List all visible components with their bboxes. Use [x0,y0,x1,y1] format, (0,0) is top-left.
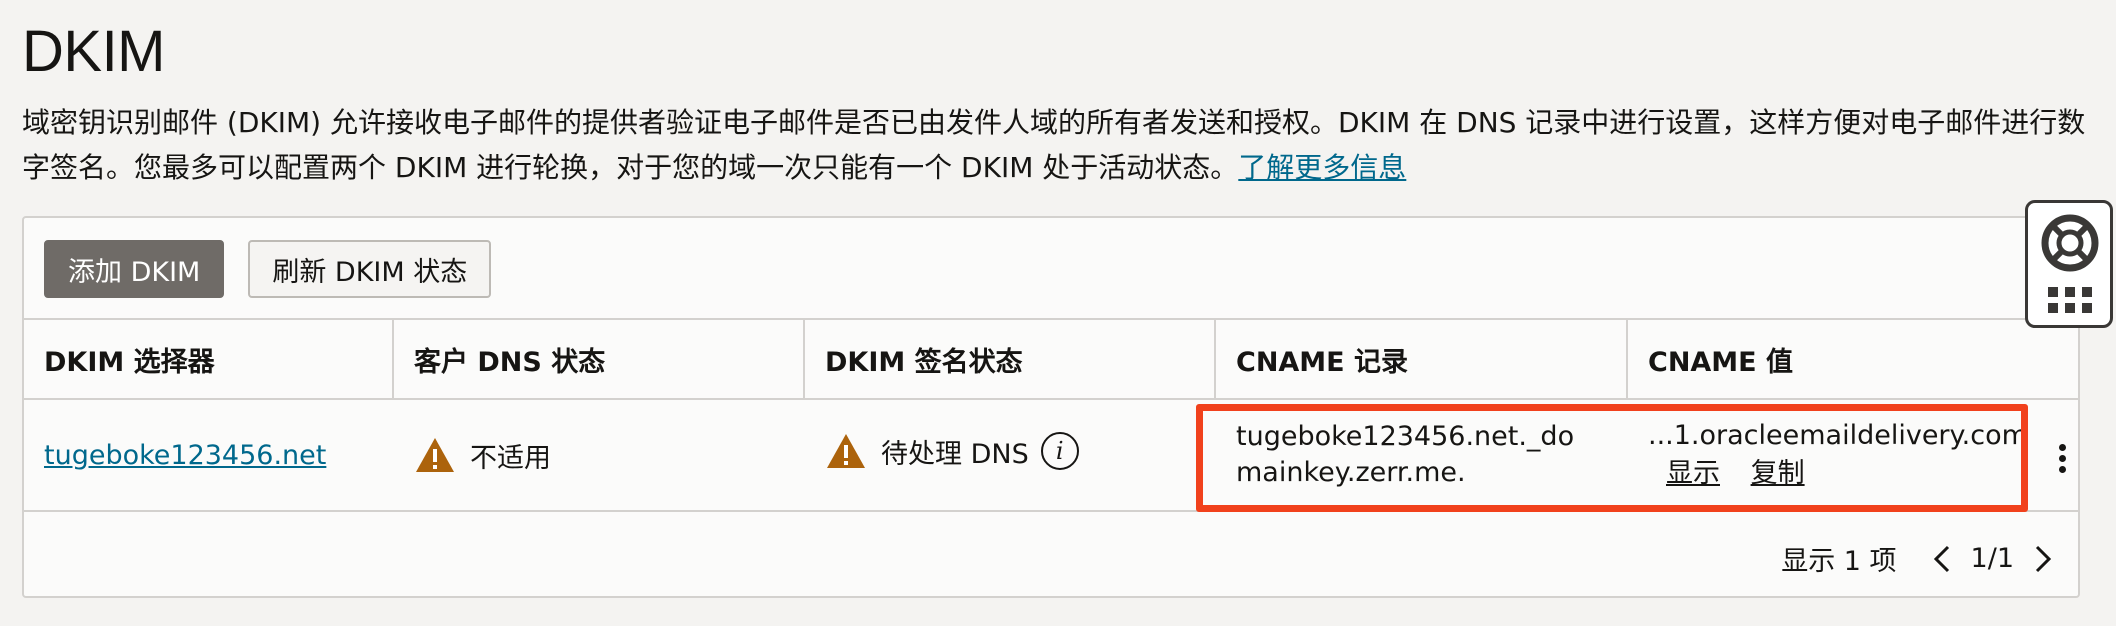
pagination: 显示 1 项 1/1 [1781,539,2054,578]
page-title: DKIM [22,19,166,84]
cname-record-text: tugeboke123456.net._domainkey.zerr.me. [1236,421,1575,488]
sign-status-text: 待处理 DNS [881,438,1029,470]
cname-value-cell: ...1.oracleemaildelivery.com 显示 复制 [1628,400,2078,510]
dns-status-cell: 不适用 [394,400,805,510]
dns-status-text: 不适用 [470,442,551,474]
column-header-cname-record[interactable]: CNAME 记录 [1216,320,1628,398]
column-header-selector[interactable]: DKIM 选择器 [24,320,394,398]
refresh-dkim-status-button[interactable]: 刷新 DKIM 状态 [248,240,492,298]
dkim-table: DKIM 选择器 客户 DNS 状态 DKIM 签名状态 CNAME 记录 CN… [24,318,2078,512]
pagination-summary: 显示 1 项 [1781,546,1897,577]
chevron-left-icon[interactable] [1931,544,1953,574]
table-row: tugeboke123456.net 不适用 待处理 DNS i tugebok… [24,400,2078,512]
warning-icon [827,434,865,468]
copy-link[interactable]: 复制 [1751,458,1805,489]
warning-icon [416,438,454,472]
kebab-menu-icon[interactable] [2056,444,2068,474]
cname-value-actions: 显示 复制 [1648,456,1827,492]
selector-cell: tugeboke123456.net [24,400,394,510]
column-header-sign-status[interactable]: DKIM 签名状态 [805,320,1216,398]
table-header: DKIM 选择器 客户 DNS 状态 DKIM 签名状态 CNAME 记录 CN… [24,318,2078,400]
description-text: 域密钥识别邮件 (DKIM) 允许接收电子邮件的提供者验证电子邮件是否已由发件人… [22,106,2086,184]
chevron-right-icon[interactable] [2032,544,2054,574]
show-link[interactable]: 显示 [1666,458,1720,489]
lifebuoy-icon[interactable] [2040,213,2100,273]
page-description: 域密钥识别邮件 (DKIM) 允许接收电子邮件的提供者验证电子邮件是否已由发件人… [22,100,2102,190]
add-dkim-button[interactable]: 添加 DKIM [44,240,225,298]
help-widget[interactable] [2025,200,2113,328]
info-icon[interactable]: i [1040,432,1079,470]
pagination-page: 1/1 [1970,543,2014,574]
toolbar: 添加 DKIM 刷新 DKIM 状态 [44,240,492,298]
dkim-panel: 添加 DKIM 刷新 DKIM 状态 DKIM 选择器 客户 DNS 状态 DK… [22,216,2080,598]
column-header-dns-status[interactable]: 客户 DNS 状态 [394,320,805,398]
column-header-cname-value[interactable]: CNAME 值 [1628,320,2078,398]
apps-grid-icon[interactable] [2046,285,2094,315]
cname-value-text: ...1.oracleemaildelivery.com [1648,420,2028,451]
sign-status-cell: 待处理 DNS i [805,392,1216,510]
cname-record-cell: tugeboke123456.net._domainkey.zerr.me. [1216,400,1628,510]
learn-more-link[interactable]: 了解更多信息 [1238,151,1406,184]
selector-link[interactable]: tugeboke123456.net [44,440,326,471]
